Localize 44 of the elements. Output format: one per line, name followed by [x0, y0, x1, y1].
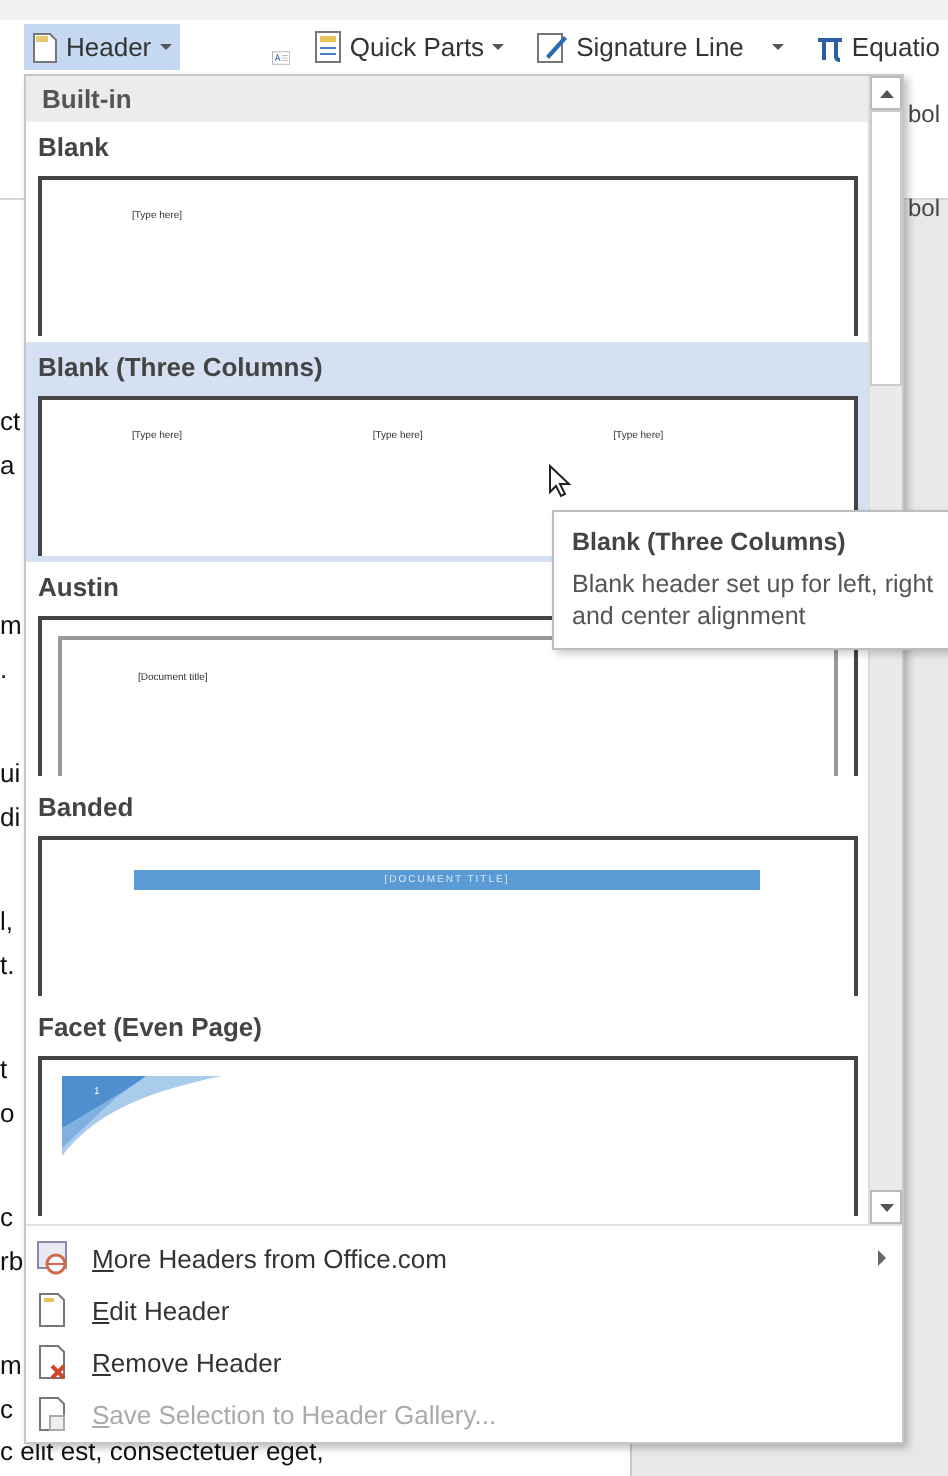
header-button[interactable]: Header — [24, 24, 180, 70]
scroll-up-button[interactable] — [870, 76, 902, 110]
document-text: . — [0, 651, 8, 687]
scroll-down-button[interactable] — [870, 1190, 902, 1224]
page-icon — [36, 1292, 68, 1328]
symbol-label: bol — [908, 100, 941, 128]
menu-item[interactable]: More Headers from Office.com — [26, 1232, 902, 1284]
document-text: a — [0, 447, 15, 483]
document-text: ui — [0, 756, 21, 792]
menu-item[interactable]: Remove Header — [26, 1336, 902, 1388]
signature-line-button[interactable]: Signature Line — [528, 24, 792, 70]
pen-page-icon — [536, 30, 569, 64]
item-title: Blank — [38, 130, 109, 166]
equation-button[interactable]: Equatio — [807, 24, 948, 70]
document-text: di — [0, 799, 21, 835]
quick-parts-button[interactable]: Quick Parts — [305, 24, 513, 70]
document-parts-icon — [313, 30, 342, 64]
globe-page-icon — [36, 1240, 68, 1276]
pi-icon — [815, 33, 844, 61]
down-arrow-icon — [879, 1203, 893, 1211]
page-delete-icon — [36, 1344, 68, 1380]
mouse-pointer-icon — [548, 464, 572, 498]
document-text: l, — [0, 904, 13, 940]
tooltip-title: Blank (Three Columns) — [572, 528, 848, 556]
document-text: c — [0, 1200, 13, 1236]
document-text: m — [0, 608, 22, 644]
document-text: rb — [0, 1243, 24, 1279]
symbol-label: bol — [908, 194, 941, 222]
page-icon — [32, 31, 58, 63]
document-text: c — [0, 1391, 13, 1427]
scroll-thumb[interactable] — [870, 110, 902, 386]
document-text: o — [0, 1095, 15, 1131]
document-text: m — [0, 1348, 22, 1384]
item-title: Facet (Even Page) — [38, 1010, 262, 1046]
item-title: Blank (Three Columns) — [38, 350, 323, 386]
page-save-icon — [36, 1396, 68, 1432]
document-text: ct — [0, 404, 21, 440]
document-text: t. — [0, 947, 15, 983]
up-arrow-icon — [879, 89, 893, 97]
item-title: Banded — [38, 790, 134, 826]
item-title: Austin — [38, 570, 119, 606]
section-heading: Built-in — [26, 76, 868, 122]
document-text: t — [0, 1052, 8, 1088]
menu-item[interactable]: Edit Header — [26, 1284, 902, 1336]
